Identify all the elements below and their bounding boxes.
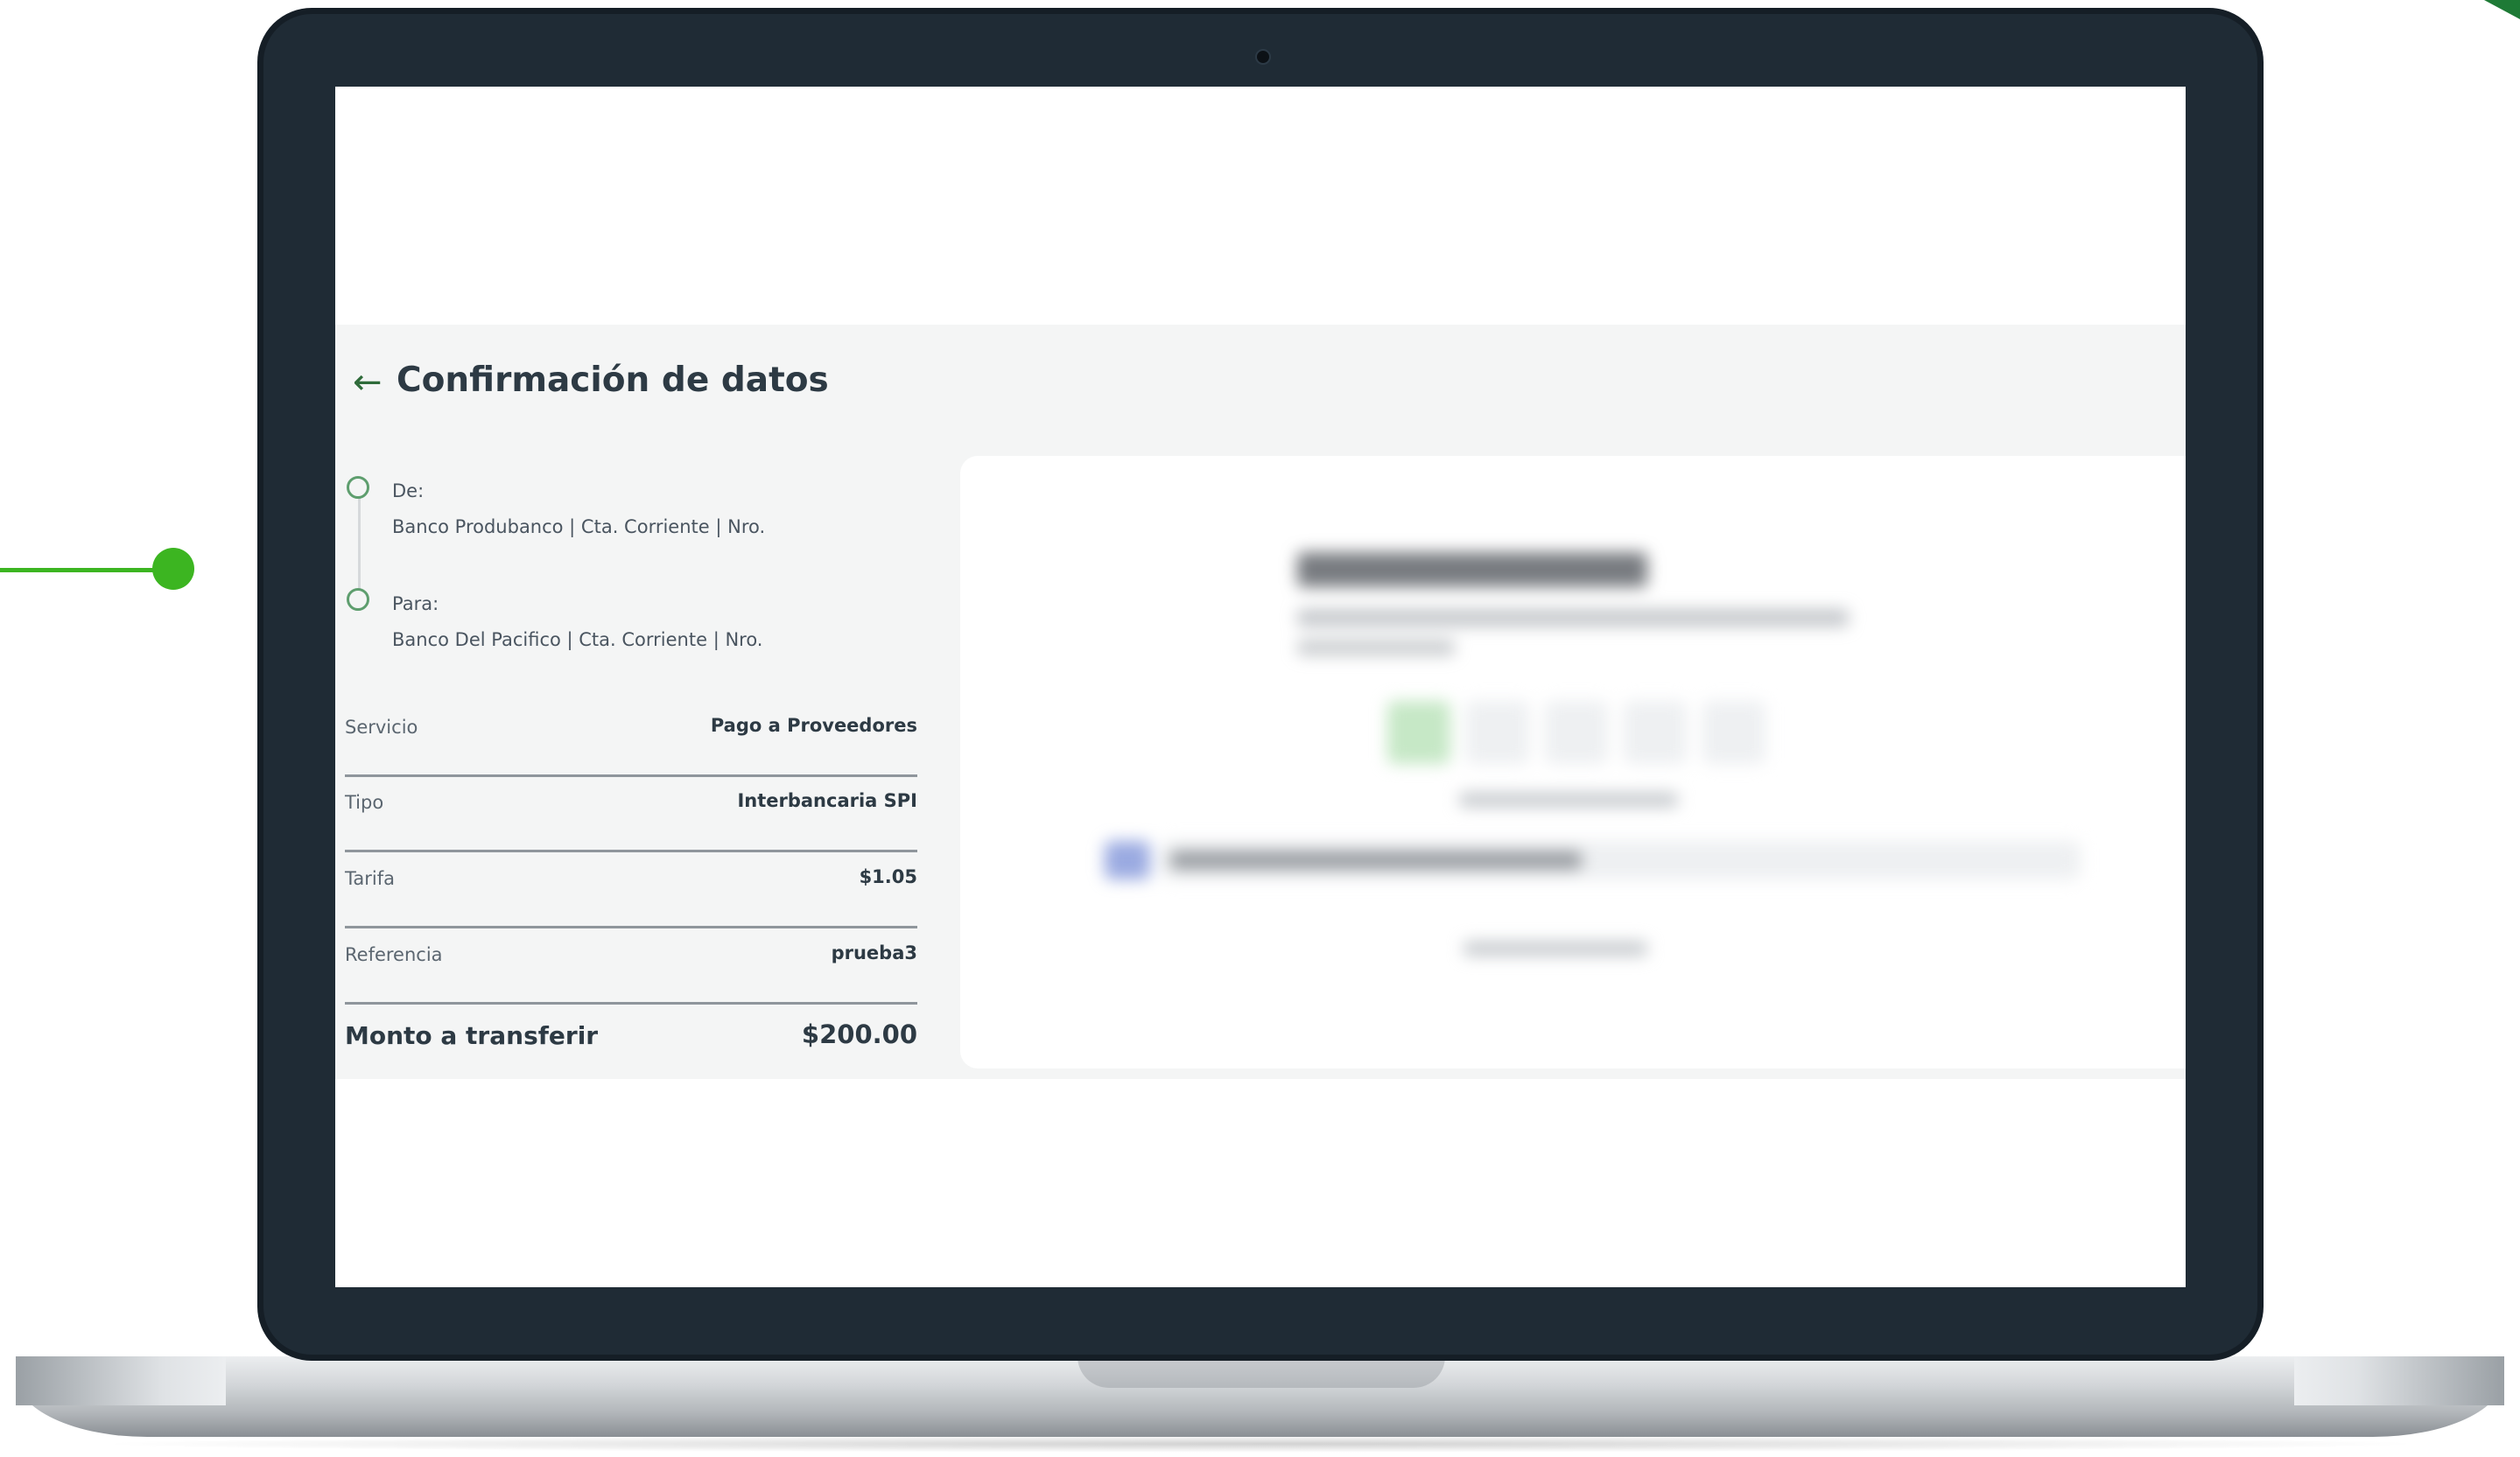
laptop-base-notch bbox=[1077, 1356, 1445, 1388]
blurred-input-text bbox=[1170, 851, 1582, 869]
blurred-text-line bbox=[1297, 609, 1849, 627]
detail-value: prueba3 bbox=[831, 942, 917, 963]
back-arrow-icon[interactable]: ← bbox=[353, 365, 383, 400]
blurred-text-line bbox=[1297, 640, 1455, 655]
blurred-title bbox=[1297, 552, 1647, 587]
detail-row-tipo: Tipo Interbancaria SPI bbox=[345, 774, 917, 852]
transfer-timeline-line bbox=[358, 495, 361, 599]
to-label: Para: bbox=[392, 593, 439, 614]
blurred-link[interactable] bbox=[1464, 942, 1647, 956]
page-title: Confirmación de datos bbox=[397, 361, 829, 400]
blurred-code-input[interactable] bbox=[1545, 701, 1608, 764]
total-amount-value: $200.00 bbox=[801, 1019, 917, 1049]
to-account-detail: Banco Del Pacifico | Cta. Corriente | Nr… bbox=[392, 629, 763, 650]
laptop-shadow bbox=[88, 1435, 2433, 1453]
detail-row-tarifa: Tarifa $1.05 bbox=[345, 851, 917, 928]
blurred-checkbox[interactable] bbox=[1105, 841, 1150, 879]
detail-row-servicio: Servicio Pago a Proveedores bbox=[345, 699, 917, 777]
callout-line bbox=[0, 568, 175, 572]
from-step-circle-icon bbox=[347, 476, 369, 499]
laptop-screen: ← Confirmación de datos De: Banco Produb… bbox=[335, 87, 2186, 1287]
detail-label: Servicio bbox=[345, 717, 418, 738]
detail-row-referencia: Referencia prueba3 bbox=[345, 927, 917, 1005]
blurred-code-input[interactable] bbox=[1387, 701, 1450, 764]
detail-value: Interbancaria SPI bbox=[737, 790, 917, 811]
detail-value: $1.05 bbox=[859, 866, 917, 887]
detail-label: Tarifa bbox=[345, 868, 395, 889]
laptop-base-edge-left bbox=[16, 1356, 226, 1405]
detail-value: Pago a Proveedores bbox=[710, 715, 917, 736]
laptop-base-edge-right bbox=[2294, 1356, 2504, 1405]
blurred-hint-text bbox=[1459, 793, 1678, 807]
blurred-code-input[interactable] bbox=[1702, 701, 1765, 764]
total-amount-label: Monto a transferir bbox=[345, 1021, 599, 1050]
webcam-icon bbox=[1255, 49, 1271, 65]
corner-accent bbox=[2484, 0, 2520, 19]
detail-label: Tipo bbox=[345, 792, 384, 813]
from-label: De: bbox=[392, 480, 425, 501]
blurred-verification-card bbox=[960, 456, 2186, 1068]
blurred-content bbox=[960, 456, 2186, 1068]
blurred-code-input[interactable] bbox=[1624, 701, 1687, 764]
to-step-circle-icon bbox=[347, 588, 369, 611]
blurred-code-input[interactable] bbox=[1466, 701, 1529, 764]
detail-label: Referencia bbox=[345, 944, 443, 965]
from-account-detail: Banco Produbanco | Cta. Corriente | Nro. bbox=[392, 516, 766, 537]
callout-dot bbox=[152, 548, 194, 590]
